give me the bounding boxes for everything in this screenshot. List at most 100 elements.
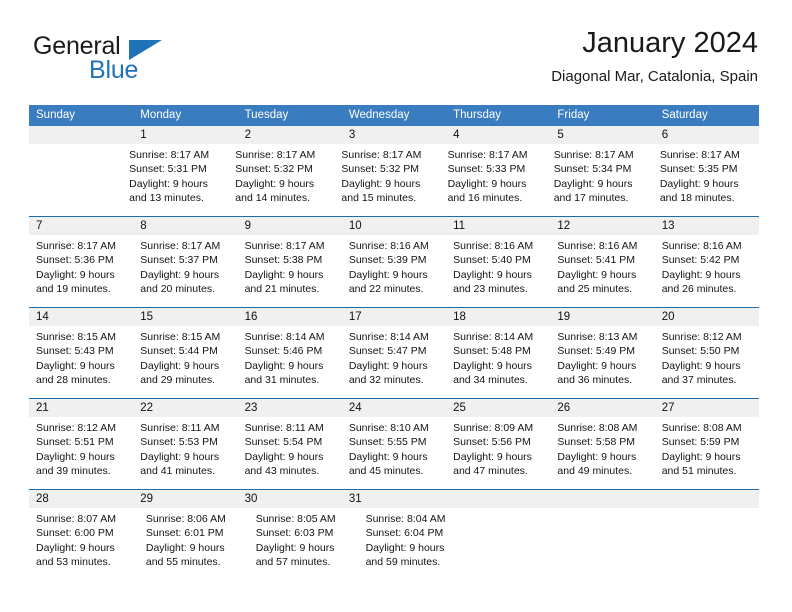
calendar-week-row: 21 22 23 24 25 26 27 Sunrise: 8:12 AM Sunset: 5:…	[29, 398, 759, 489]
day-cell[interactable]: Sunrise: 8:16 AM Sunset: 5:41 PM Daylight:…	[550, 235, 654, 307]
day-cell[interactable]: Sunrise: 8:17 AM Sunset: 5:33 PM Daylight:…	[441, 144, 547, 216]
day-number[interactable]: 29	[133, 490, 237, 508]
day-number[interactable]: 2	[238, 126, 342, 144]
day-info-line: Sunrise: 8:07 AM	[36, 513, 116, 525]
day-info-line: Sunset: 5:32 PM	[235, 163, 313, 176]
day-cell[interactable]: Sunrise: 8:14 AM Sunset: 5:48 PM Daylight:…	[446, 326, 550, 398]
day-number-band: 7 8 9 10 11 12 13	[29, 217, 759, 235]
day-cell[interactable]: Sunrise: 8:17 AM Sunset: 5:34 PM Daylight:…	[547, 144, 653, 216]
day-info-line: Daylight: 9 hours	[244, 268, 324, 281]
general-blue-logo[interactable]: General Blue	[33, 32, 233, 88]
day-info-line: Sunset: 6:03 PM	[255, 527, 334, 540]
day-info-line: and 43 minutes.	[244, 465, 320, 478]
day-cell[interactable]: Sunrise: 8:17 AM Sunset: 5:38 PM Daylight:…	[238, 235, 342, 307]
day-cell[interactable]: Sunrise: 8:10 AM Sunset: 5:55 PM Daylight:…	[342, 417, 446, 489]
day-number[interactable]: 23	[238, 399, 342, 417]
day-number[interactable]: 28	[29, 490, 133, 508]
calendar-grid: Sunday Monday Tuesday Wednesday Thursday Frid…	[29, 105, 759, 580]
day-info-line: and 37 minutes.	[661, 374, 737, 387]
day-info-line: and 34 minutes.	[453, 374, 528, 387]
day-cell[interactable]: Sunrise: 8:15 AM Sunset: 5:43 PM Daylight:…	[29, 326, 133, 398]
weekday-header-tuesday: Tuesday	[244, 109, 289, 121]
day-number[interactable]: 27	[655, 399, 759, 417]
day-cell[interactable]: Sunrise: 8:14 AM Sunset: 5:46 PM Daylight:…	[238, 326, 342, 398]
day-cell[interactable]: Sunrise: 8:04 AM Sunset: 6:04 PM Daylight:…	[359, 508, 469, 580]
day-info-line: Daylight: 9 hours	[129, 177, 208, 190]
day-number[interactable]: 22	[133, 399, 237, 417]
day-cell[interactable]: Sunrise: 8:08 AM Sunset: 5:59 PM Daylight:…	[655, 417, 759, 489]
day-cell[interactable]: Sunrise: 8:09 AM Sunset: 5:56 PM Daylight:…	[446, 417, 550, 489]
day-info-line: Sunrise: 8:17 AM	[447, 149, 528, 161]
day-number[interactable]: 20	[655, 308, 759, 326]
day-number[interactable]: 18	[446, 308, 550, 326]
day-cell[interactable]: Sunrise: 8:16 AM Sunset: 5:40 PM Daylight:…	[446, 235, 550, 307]
day-info-line: Sunset: 5:34 PM	[553, 163, 632, 176]
day-number[interactable]: 13	[655, 217, 759, 235]
day-cell[interactable]: Sunrise: 8:14 AM Sunset: 5:47 PM Daylight:…	[342, 326, 446, 398]
day-number[interactable]: 14	[29, 308, 133, 326]
day-info-line: Daylight: 9 hours	[453, 450, 532, 463]
day-number[interactable]: 8	[133, 217, 237, 235]
day-number[interactable]: 26	[550, 399, 654, 417]
day-number[interactable]: 9	[238, 217, 342, 235]
day-cell[interactable]: Sunrise: 8:11 AM Sunset: 5:53 PM Daylight:…	[133, 417, 237, 489]
day-cell[interactable]: Sunrise: 8:08 AM Sunset: 5:58 PM Daylight:…	[550, 417, 654, 489]
day-info-line: Daylight: 9 hours	[140, 450, 220, 463]
day-cell[interactable]: Sunrise: 8:12 AM Sunset: 5:51 PM Daylight:…	[29, 417, 133, 489]
day-info-line: Sunrise: 8:16 AM	[453, 240, 534, 252]
day-number[interactable]: 7	[29, 217, 133, 235]
day-number[interactable]: 10	[342, 217, 446, 235]
day-number[interactable]: 21	[29, 399, 133, 417]
day-number[interactable]: 16	[238, 308, 342, 326]
day-cell[interactable]: Sunrise: 8:17 AM Sunset: 5:31 PM Daylight:…	[122, 144, 228, 216]
day-cell[interactable]: Sunrise: 8:16 AM Sunset: 5:39 PM Daylight:…	[342, 235, 446, 307]
day-number[interactable]: 31	[342, 490, 446, 508]
day-number-empty	[29, 126, 133, 144]
weekday-header-row: Sunday Monday Tuesday Wednesday Thursday Frid…	[29, 105, 759, 126]
day-cell[interactable]: Sunrise: 8:16 AM Sunset: 5:42 PM Daylight:…	[655, 235, 759, 307]
day-number[interactable]: 6	[655, 126, 759, 144]
day-cell[interactable]: Sunrise: 8:15 AM Sunset: 5:44 PM Daylight:…	[133, 326, 237, 398]
day-cell[interactable]: Sunrise: 8:11 AM Sunset: 5:54 PM Daylight:…	[238, 417, 342, 489]
day-number[interactable]: 12	[550, 217, 654, 235]
day-cell[interactable]: Sunrise: 8:17 AM Sunset: 5:35 PM Daylight:…	[653, 144, 759, 216]
day-cell[interactable]: Sunrise: 8:07 AM Sunset: 6:00 PM Daylight:…	[29, 508, 139, 580]
day-info-line: and 21 minutes.	[244, 283, 320, 296]
weekday-header-sunday: Sunday	[36, 109, 76, 121]
day-number[interactable]: 25	[446, 399, 550, 417]
logo-text-blue: Blue	[89, 56, 139, 84]
day-number[interactable]: 17	[342, 308, 446, 326]
day-info-line: Daylight: 9 hours	[244, 359, 324, 372]
day-number[interactable]: 19	[550, 308, 654, 326]
day-detail-band: Sunrise: 8:17 AM Sunset: 5:31 PM Daylight:…	[29, 144, 759, 216]
day-info-line: Daylight: 9 hours	[365, 541, 445, 554]
day-number[interactable]: 11	[446, 217, 550, 235]
day-cell[interactable]: Sunrise: 8:17 AM Sunset: 5:32 PM Daylight:…	[228, 144, 334, 216]
day-number[interactable]: 5	[550, 126, 654, 144]
day-info-line: Daylight: 9 hours	[348, 268, 428, 281]
day-info-line: Sunrise: 8:16 AM	[557, 240, 638, 252]
day-cell[interactable]: Sunrise: 8:12 AM Sunset: 5:50 PM Daylight:…	[655, 326, 759, 398]
day-detail-band: Sunrise: 8:12 AM Sunset: 5:51 PM Daylight:…	[29, 417, 759, 489]
day-number[interactable]: 15	[133, 308, 237, 326]
day-info-line: Sunset: 5:51 PM	[36, 436, 114, 449]
day-info-line: Daylight: 9 hours	[36, 359, 115, 372]
day-info-line: Daylight: 9 hours	[348, 359, 428, 372]
day-cell[interactable]: Sunrise: 8:13 AM Sunset: 5:49 PM Daylight:…	[550, 326, 654, 398]
day-number[interactable]: 1	[133, 126, 237, 144]
day-info-line: Sunset: 5:35 PM	[659, 163, 738, 176]
day-info-line: Sunrise: 8:17 AM	[36, 240, 116, 252]
day-number[interactable]: 24	[342, 399, 446, 417]
day-info-line: Daylight: 9 hours	[341, 177, 421, 190]
day-cell[interactable]: Sunrise: 8:17 AM Sunset: 5:37 PM Daylight:…	[133, 235, 237, 307]
day-cell[interactable]: Sunrise: 8:17 AM Sunset: 5:32 PM Daylight:…	[334, 144, 440, 216]
day-cell[interactable]: Sunrise: 8:06 AM Sunset: 6:01 PM Daylight:…	[139, 508, 249, 580]
day-number[interactable]: 4	[446, 126, 550, 144]
day-info-line: Daylight: 9 hours	[557, 359, 637, 372]
day-number[interactable]: 30	[238, 490, 342, 508]
day-cell[interactable]: Sunrise: 8:17 AM Sunset: 5:36 PM Daylight:…	[29, 235, 133, 307]
calendar-page: General Blue January 2024 Diagonal Mar, …	[0, 0, 792, 612]
day-info-line: and 26 minutes.	[661, 283, 737, 296]
day-cell[interactable]: Sunrise: 8:05 AM Sunset: 6:03 PM Daylight:…	[249, 508, 359, 580]
day-number[interactable]: 3	[342, 126, 446, 144]
